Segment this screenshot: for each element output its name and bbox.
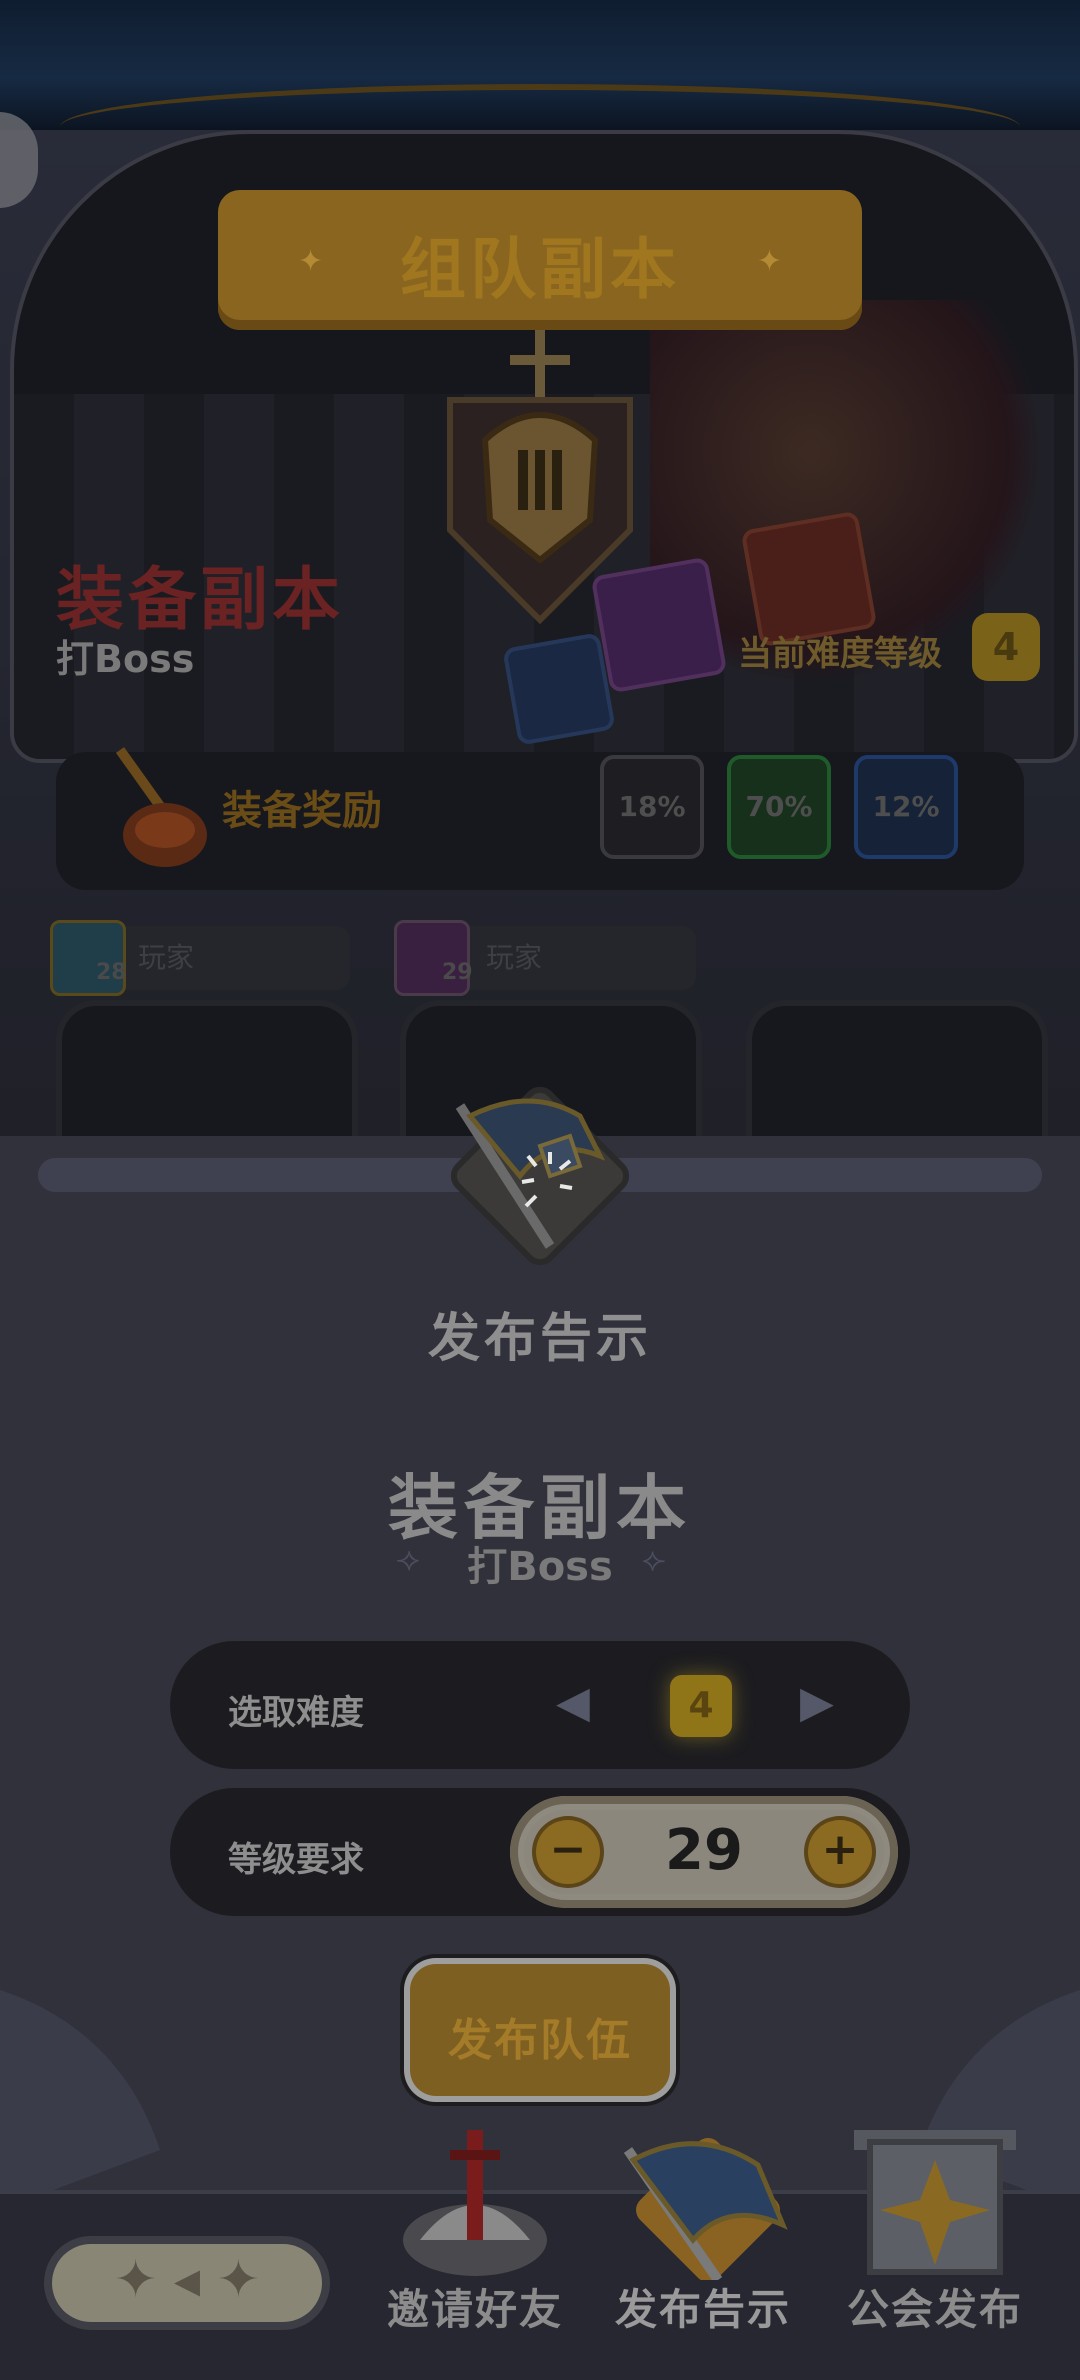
tab-invite-friends[interactable]: 邀请好友 [380, 2130, 570, 2370]
tab-publish-notice[interactable]: 发布告示 [608, 2130, 798, 2370]
difficulty-value: 4 [670, 1675, 732, 1737]
level-value: 29 [665, 1818, 743, 1883]
corner-ornament-icon [0, 1990, 160, 2210]
current-difficulty-badge: 4 [972, 613, 1040, 681]
publish-team-label: 发布队伍 [448, 2015, 632, 2066]
reward-bag-icon [115, 747, 207, 867]
back-button[interactable]: ✦ ◂ ✦ [52, 2244, 322, 2322]
sword-stone-icon [403, 2130, 547, 2276]
dungeon-banner: ✦ 组队副本 ✦ [218, 190, 862, 330]
tab-invite-label: 邀请好友 [386, 2285, 563, 2334]
tab-guild-label: 公会发布 [846, 2285, 1023, 2334]
back-arrow-icon: ✦ ◂ ✦ [113, 2250, 261, 2310]
level-increase-button[interactable]: + [808, 1820, 872, 1884]
difficulty-next-button[interactable]: ▶ [800, 1677, 834, 1728]
right-ornament-icon: ⟣ [642, 1540, 666, 1578]
status-bar-overlay [0, 0, 1080, 130]
knight-helmet-icon [447, 330, 633, 625]
reward-rate-blue: 12% [854, 755, 958, 859]
guild-banner-icon [854, 2130, 1016, 2275]
current-difficulty-label: 当前难度等级 [738, 634, 942, 674]
difficulty-row: 选取难度 ◀ ▶ [170, 1641, 910, 1769]
blue-gem-decoration [502, 632, 616, 746]
difficulty-prev-button[interactable]: ◀ [556, 1677, 590, 1728]
player-level: 29 [442, 960, 473, 985]
team-slot[interactable] [56, 1000, 358, 1136]
level-stepper: − 29 + [510, 1796, 898, 1908]
reward-label: 装备奖励 [222, 788, 382, 834]
reward-rate-green: 70% [727, 755, 831, 859]
tab-guild-publish[interactable]: 公会发布 [840, 2130, 1030, 2370]
flag-icon [450, 1086, 630, 1266]
publish-team-button[interactable]: 发布队伍 [410, 1964, 670, 2096]
dungeon-subtitle: 打Boss [56, 637, 195, 681]
dungeon-scene: ✦ 组队副本 ✦ 装备副本 打Boss 当前难度等级 4 装备奖励 18% 70… [0, 0, 1080, 1136]
dungeon-description: 打Boss [467, 1544, 613, 1590]
level-row-label: 等级要求 [228, 1840, 364, 1880]
difficulty-row-label: 选取难度 [228, 1693, 364, 1733]
flag-icon [623, 2138, 788, 2283]
banner-star-icon: ✦ [756, 244, 782, 279]
sheet-title: 发布告示 [427, 1309, 652, 1369]
team-slot[interactable] [746, 1000, 1048, 1136]
tab-publish-label: 发布告示 [614, 2285, 791, 2334]
reward-rate-gray: 18% [600, 755, 704, 859]
level-decrease-button[interactable]: − [536, 1820, 600, 1884]
player-level: 28 [96, 960, 127, 985]
